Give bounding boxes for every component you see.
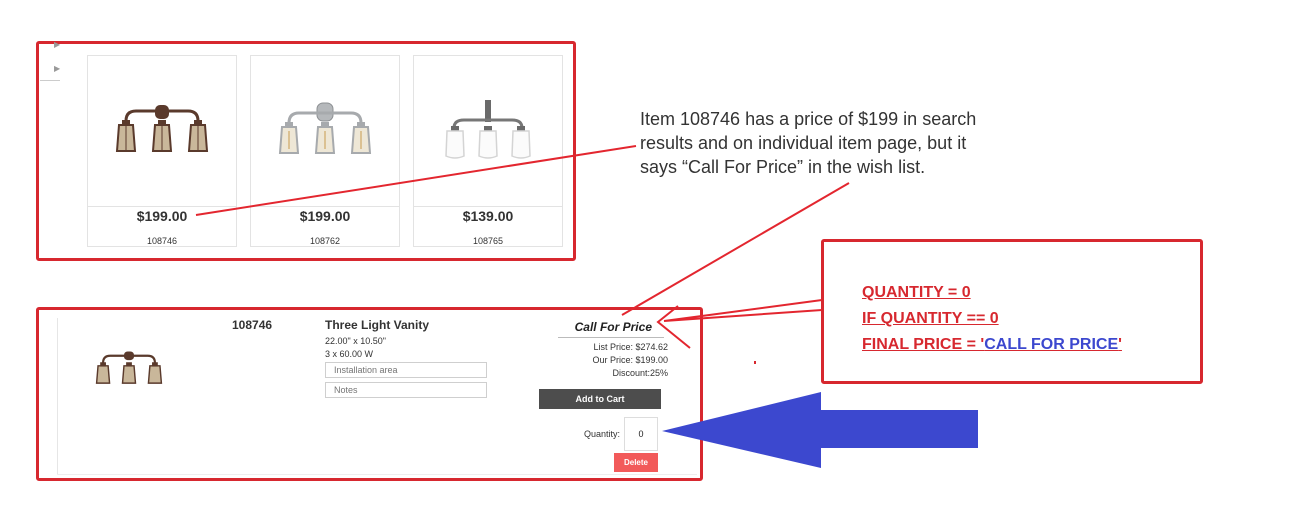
arrowhead-tip xyxy=(656,305,691,349)
pointer-line-wishlist-price xyxy=(621,182,850,316)
pointer-line-search-price xyxy=(195,145,637,216)
annotation-overlay xyxy=(195,145,978,468)
arrowhead-to-call-for-price xyxy=(663,299,823,322)
quantity-blue-arrow xyxy=(662,392,978,468)
